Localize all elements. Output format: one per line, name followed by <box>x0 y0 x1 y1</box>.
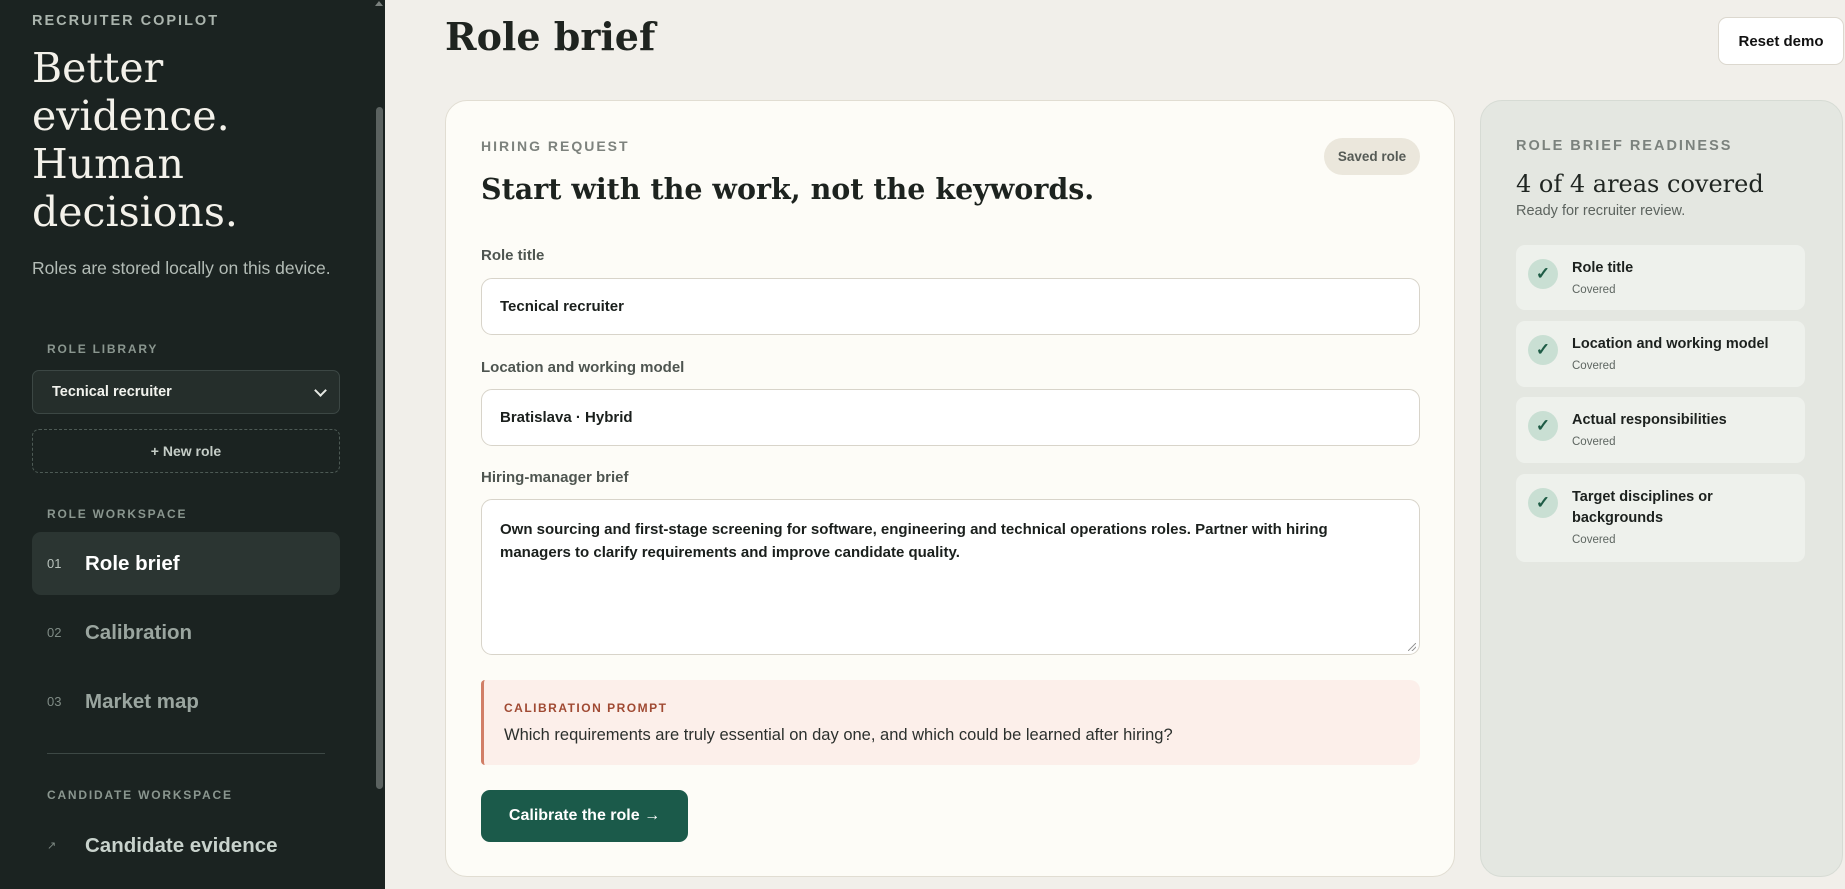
check-icon: ✓ <box>1528 335 1558 365</box>
nav-number: 02 <box>47 625 62 640</box>
calibration-prompt: CALIBRATION PROMPT Which requirements ar… <box>481 680 1420 765</box>
readiness-panel: ROLE BRIEF READINESS 4 of 4 areas covere… <box>1480 100 1843 877</box>
chevron-down-icon <box>314 384 327 397</box>
nav-item-market-map[interactable]: 03 Market map <box>32 670 340 733</box>
nav-label: Candidate evidence <box>85 833 278 857</box>
role-library-select[interactable]: Tecnical recruiter <box>32 370 340 414</box>
storage-note: Roles are stored locally on this device. <box>32 258 331 278</box>
check-icon: ✓ <box>1528 411 1558 441</box>
readiness-count: 4 of 4 areas covered <box>1516 170 1764 198</box>
readiness-item: ✓ Location and working model Covered <box>1516 321 1805 387</box>
readiness-item-status: Covered <box>1572 284 1616 296</box>
new-role-button[interactable]: + New role <box>32 429 340 473</box>
saved-role-badge: Saved role <box>1324 138 1420 175</box>
readiness-item-status: Covered <box>1572 534 1616 546</box>
hiring-manager-brief-textarea[interactable]: Own sourcing and first-stage screening f… <box>481 499 1420 655</box>
readiness-item-title: Target disciplines or backgrounds <box>1572 489 1713 526</box>
readiness-item-status: Covered <box>1572 436 1616 448</box>
nav-divider <box>47 753 325 754</box>
readiness-item-title: Role title <box>1572 260 1634 276</box>
nav-number: 01 <box>47 556 62 571</box>
readiness-item-title: Actual responsibilities <box>1572 412 1727 428</box>
brand-kicker: RECRUITER COPILOT <box>32 13 220 29</box>
card-heading: Start with the work, not the keywords. <box>481 172 1095 206</box>
calibrate-role-button[interactable]: Calibrate the role → <box>481 790 688 842</box>
role-library-label: ROLE LIBRARY <box>47 342 159 356</box>
readiness-item: ✓ Actual responsibilities Covered <box>1516 397 1805 463</box>
role-workspace-label: ROLE WORKSPACE <box>47 507 188 521</box>
location-label: Location and working model <box>481 359 685 376</box>
sidebar-scrollbar-thumb[interactable] <box>376 107 383 789</box>
nav-number: 03 <box>47 694 62 709</box>
arrow-up-right-icon: ↗ <box>47 840 57 852</box>
nav-item-candidate-evidence[interactable]: ↗ Candidate evidence <box>32 814 340 877</box>
brief-text: Own sourcing and first-stage screening f… <box>500 521 1328 561</box>
candidate-workspace-label: CANDIDATE WORKSPACE <box>47 788 233 802</box>
readiness-item: ✓ Role title Covered <box>1516 245 1805 310</box>
readiness-item-status: Covered <box>1572 360 1616 372</box>
card-kicker: HIRING REQUEST <box>481 138 630 154</box>
readiness-subtitle: Ready for recruiter review. <box>1516 203 1686 219</box>
scroll-up-arrow-icon[interactable] <box>375 1 383 6</box>
check-icon: ✓ <box>1528 488 1558 518</box>
readiness-kicker: ROLE BRIEF READINESS <box>1516 138 1733 154</box>
prompt-text: Which requirements are truly essential o… <box>504 726 1173 744</box>
prompt-kicker: CALIBRATION PROMPT <box>504 701 668 715</box>
role-select-value: Tecnical recruiter <box>52 384 172 400</box>
location-input[interactable]: Bratislava · Hybrid <box>481 389 1420 446</box>
hiring-request-card: HIRING REQUEST Saved role Start with the… <box>445 100 1455 877</box>
reset-demo-button[interactable]: Reset demo <box>1718 17 1844 65</box>
nav-label: Role brief <box>85 551 180 575</box>
brand-tagline: Better evidence. Human decisions. <box>32 44 238 236</box>
role-title-label: Role title <box>481 247 545 264</box>
page-title: Role brief <box>445 14 656 59</box>
readiness-item-title: Location and working model <box>1572 336 1769 352</box>
nav-label: Calibration <box>85 620 193 644</box>
resize-handle-icon[interactable] <box>1408 643 1416 651</box>
sidebar: RECRUITER COPILOT Better evidence. Human… <box>0 0 385 889</box>
readiness-item: ✓ Target disciplines or backgrounds Cove… <box>1516 474 1805 562</box>
check-icon: ✓ <box>1528 259 1558 289</box>
brief-label: Hiring-manager brief <box>481 469 629 486</box>
nav-label: Market map <box>85 689 199 713</box>
role-title-input[interactable]: Tecnical recruiter <box>481 278 1420 335</box>
nav-item-role-brief[interactable]: 01 Role brief <box>32 532 340 595</box>
nav-item-calibration[interactable]: 02 Calibration <box>32 601 340 664</box>
